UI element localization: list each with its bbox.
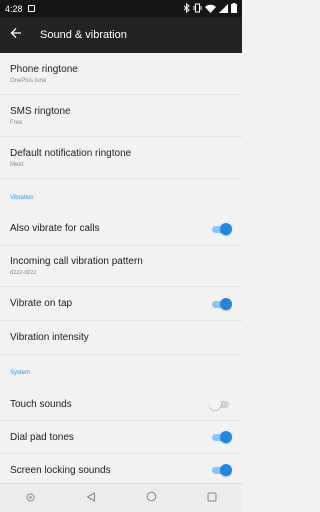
nav-back-button[interactable] bbox=[81, 488, 101, 508]
vibration-intensity-item[interactable]: Vibration intensity bbox=[0, 321, 242, 355]
sms-ringtone-value: Free bbox=[10, 119, 23, 126]
dial-pad-tones-item[interactable]: Dial pad tones bbox=[0, 421, 242, 454]
toggle-thumb bbox=[220, 298, 232, 310]
toggle-thumb bbox=[220, 223, 232, 235]
vibrate-on-tap-label: Vibrate on tap bbox=[10, 298, 73, 309]
notification-ringtone-value: Meet bbox=[10, 161, 24, 168]
screen-locking-sounds-toggle[interactable] bbox=[210, 464, 232, 476]
image-notification-icon bbox=[27, 5, 35, 12]
also-vibrate-label: Also vibrate for calls bbox=[10, 223, 100, 234]
battery-icon bbox=[231, 3, 237, 13]
vibration-pattern-value: dzzz-dzzz bbox=[10, 270, 37, 276]
touch-sounds-label: Touch sounds bbox=[10, 398, 72, 410]
nav-home-button[interactable] bbox=[141, 488, 161, 508]
app-bar: Sound & vibration bbox=[0, 17, 242, 53]
sms-ringtone-item[interactable]: SMS ringtone Free bbox=[0, 95, 242, 137]
toggle-thumb bbox=[220, 464, 232, 476]
phone-ringtone-value: OnePlus tune bbox=[10, 77, 47, 84]
also-vibrate-item[interactable]: Also vibrate for calls bbox=[0, 212, 242, 246]
bluetooth-icon bbox=[183, 3, 190, 13]
page-title: Sound & vibration bbox=[40, 29, 127, 41]
vibrate-on-tap-item[interactable]: Vibrate on tap bbox=[0, 287, 242, 321]
navigation-bar bbox=[0, 483, 242, 512]
touch-sounds-item[interactable]: Touch sounds bbox=[0, 388, 242, 421]
screen-locking-sounds-label: Screen locking sounds bbox=[10, 465, 111, 476]
assistant-button[interactable] bbox=[20, 488, 40, 508]
dial-pad-tones-label: Dial pad tones bbox=[10, 431, 74, 443]
settings-list: Phone ringtone OnePlus tune SMS ringtone… bbox=[0, 53, 242, 483]
vibration-section-header: Vibration bbox=[10, 195, 34, 201]
vibrate-icon bbox=[193, 3, 202, 13]
toggle-thumb bbox=[220, 431, 232, 443]
also-vibrate-toggle[interactable] bbox=[210, 223, 232, 235]
vibration-pattern-item[interactable]: Incoming call vibration pattern dzzz-dzz… bbox=[0, 246, 242, 287]
back-button[interactable] bbox=[0, 17, 32, 53]
dot-circle-icon bbox=[26, 489, 35, 507]
vibration-pattern-label: Incoming call vibration pattern bbox=[10, 256, 143, 267]
notification-ringtone-label: Default notification ringtone bbox=[10, 147, 132, 159]
status-time: 4:28 bbox=[5, 3, 23, 14]
status-icons bbox=[183, 3, 237, 13]
wifi-icon bbox=[205, 4, 216, 13]
vibration-intensity-label: Vibration intensity bbox=[10, 332, 89, 343]
sms-ringtone-label: SMS ringtone bbox=[10, 105, 71, 117]
screen-locking-sounds-item[interactable]: Screen locking sounds bbox=[0, 454, 242, 483]
system-section-header: System bbox=[10, 370, 31, 376]
notification-ringtone-item[interactable]: Default notification ringtone Meet bbox=[0, 137, 242, 179]
dial-pad-tones-toggle[interactable] bbox=[210, 431, 232, 443]
nav-recents-button[interactable] bbox=[202, 488, 222, 508]
triangle-back-icon bbox=[86, 489, 96, 507]
phone-ringtone-item[interactable]: Phone ringtone OnePlus tune bbox=[0, 53, 242, 95]
toggle-thumb bbox=[209, 398, 221, 410]
signal-icon bbox=[219, 3, 228, 13]
arrow-left-icon bbox=[10, 26, 22, 44]
square-recents-icon bbox=[207, 489, 217, 507]
touch-sounds-toggle[interactable] bbox=[209, 398, 231, 410]
status-bar: 4:28 bbox=[0, 0, 242, 17]
phone-ringtone-label: Phone ringtone bbox=[10, 63, 78, 75]
home-circle-icon bbox=[146, 489, 157, 507]
vibrate-on-tap-toggle[interactable] bbox=[210, 298, 232, 310]
